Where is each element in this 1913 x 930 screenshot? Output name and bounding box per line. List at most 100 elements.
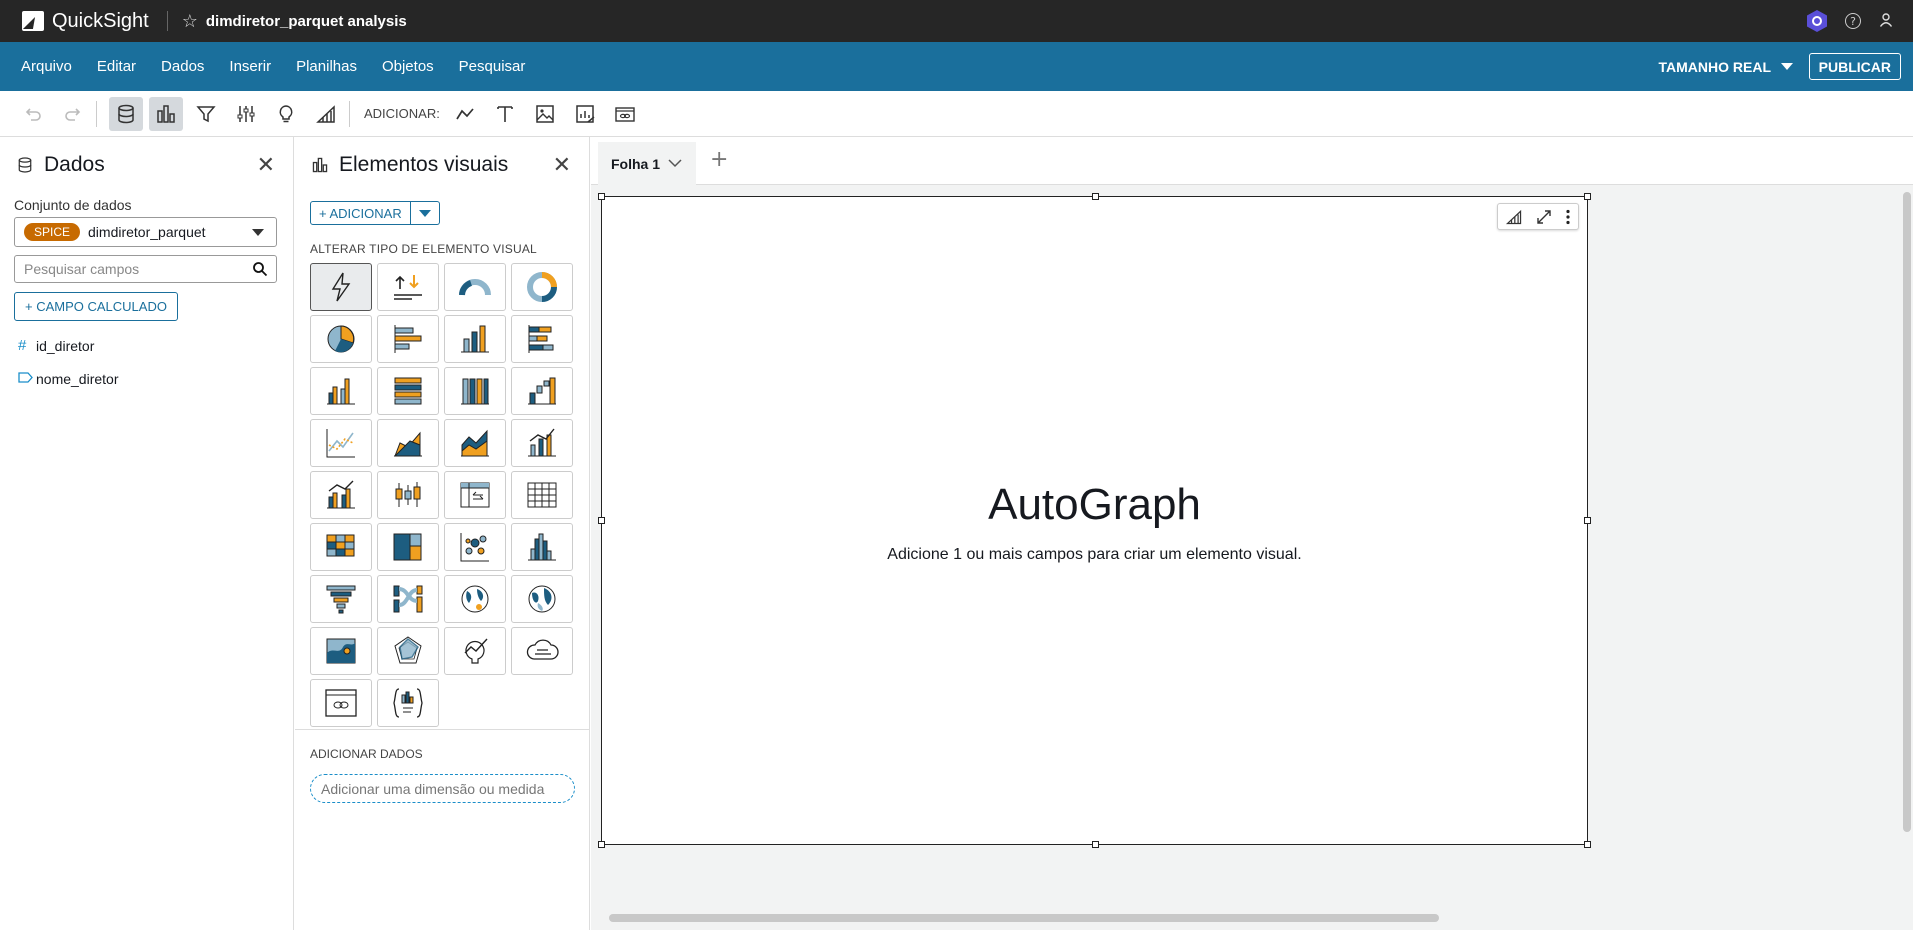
tree-map-icon <box>393 533 422 561</box>
menu-planilhas[interactable]: Planilhas <box>296 58 357 75</box>
field-nome-diretor[interactable]: nome_diretor <box>18 362 293 395</box>
visual-type-word-cloud[interactable] <box>511 627 573 675</box>
visual-type-stacked-area[interactable] <box>444 419 506 467</box>
insights-icon[interactable] <box>269 97 303 131</box>
dataset-select[interactable]: SPICE dimdiretor_parquet <box>14 217 277 247</box>
radar-icon <box>394 636 422 664</box>
add-sheet-icon[interactable]: + <box>710 147 728 172</box>
heat-map-icon <box>326 534 355 557</box>
visual-type-heat-map[interactable] <box>310 523 372 571</box>
visual-type-donut[interactable] <box>511 263 573 311</box>
visual-type-stacked-100-bar[interactable] <box>377 367 439 415</box>
visual-type-histogram[interactable] <box>511 523 573 571</box>
visual-type-pie[interactable] <box>310 315 372 363</box>
visual-type-table[interactable] <box>511 471 573 519</box>
format-visual-icon[interactable] <box>1505 208 1523 226</box>
format-visual-icon[interactable] <box>309 97 343 131</box>
visual-type-clustered-bar[interactable] <box>310 367 372 415</box>
visual-type-autograph[interactable] <box>310 263 372 311</box>
field-id-diretor[interactable]: # id_diretor <box>18 329 293 362</box>
resize-handle[interactable] <box>1092 193 1099 200</box>
dataset-label: Conjunto de dados <box>14 197 132 213</box>
add-insight-icon[interactable] <box>568 97 602 131</box>
visual-type-combo-clustered-line[interactable] <box>310 471 372 519</box>
resize-handle[interactable] <box>598 841 605 848</box>
undo-icon[interactable] <box>16 97 50 131</box>
visual-type-horizontal-bar[interactable] <box>377 315 439 363</box>
visual-type-gauge[interactable] <box>444 263 506 311</box>
add-line-icon[interactable] <box>448 97 482 131</box>
resize-handle[interactable] <box>1584 193 1591 200</box>
visual-type-funnel[interactable] <box>310 575 372 623</box>
vertical-scrollbar[interactable] <box>1903 192 1911 832</box>
add-text-icon[interactable] <box>488 97 522 131</box>
resize-handle[interactable] <box>1584 841 1591 848</box>
visual-type-scatter[interactable] <box>444 523 506 571</box>
caret-down-icon <box>1781 63 1793 70</box>
toolbar: ADICIONAR: <box>0 91 1913 137</box>
app-name: QuickSight <box>52 9 149 32</box>
analysis-title[interactable]: dimdiretor_parquet analysis <box>206 13 407 30</box>
expand-icon[interactable] <box>1536 209 1552 225</box>
visual-type-filled-map[interactable] <box>511 575 573 623</box>
add-embed-icon[interactable] <box>608 97 642 131</box>
visual-type-vertical-bar[interactable] <box>444 315 506 363</box>
parameters-icon[interactable] <box>229 97 263 131</box>
visual-type-insight[interactable] <box>444 627 506 675</box>
visual-type-geospatial-map[interactable] <box>444 575 506 623</box>
visual-type-sankey[interactable] <box>377 575 439 623</box>
visual-type-custom-visual[interactable] <box>377 679 439 727</box>
help-icon[interactable]: ? <box>1845 13 1861 29</box>
close-icon[interactable]: ✕ <box>257 155 275 177</box>
visuals-panel-icon[interactable] <box>149 96 183 131</box>
visual-type-custom-visual-content[interactable] <box>310 679 372 727</box>
chevron-down-icon[interactable] <box>668 159 682 168</box>
more-options-icon[interactable] <box>1565 209 1571 225</box>
menu-pesquisar[interactable]: Pesquisar <box>459 58 526 75</box>
menu-arquivo[interactable]: Arquivo <box>21 58 72 75</box>
visual-type-tree-map[interactable] <box>377 523 439 571</box>
add-visual-button[interactable]: + ADICIONAR <box>310 201 411 225</box>
menu-dados[interactable]: Dados <box>161 58 204 75</box>
sheet-tab-label: Folha 1 <box>611 155 661 172</box>
star-icon[interactable]: ☆ <box>182 11 198 32</box>
menu-inserir[interactable]: Inserir <box>229 58 271 75</box>
visual-type-pivot-table[interactable] <box>444 471 506 519</box>
size-select[interactable]: TAMANHO REAL <box>1658 59 1793 75</box>
add-visual-dropdown[interactable] <box>410 201 440 225</box>
pie-icon <box>327 325 355 353</box>
visual-type-combo-line-bar[interactable] <box>511 419 573 467</box>
visual-type-area[interactable] <box>377 419 439 467</box>
filter-icon[interactable] <box>189 97 223 131</box>
gauge-icon <box>459 279 491 296</box>
line-icon <box>326 429 355 458</box>
horizontal-scrollbar[interactable] <box>609 914 1439 922</box>
publish-button[interactable]: PUBLICAR <box>1808 53 1901 80</box>
visual-type-radar[interactable] <box>377 627 439 675</box>
resize-handle[interactable] <box>1092 841 1099 848</box>
calculated-field-button[interactable]: + CAMPO CALCULADO <box>14 292 178 321</box>
data-panel-icon[interactable] <box>109 96 143 131</box>
search-fields-input[interactable]: Pesquisar campos <box>14 255 277 283</box>
amazon-q-icon[interactable] <box>1807 10 1827 32</box>
visual-type-line[interactable] <box>310 419 372 467</box>
visual-type-points-on-map[interactable] <box>310 627 372 675</box>
visual-type-stacked-horizontal-bar[interactable] <box>511 315 573 363</box>
visual-type-stacked-column[interactable] <box>444 367 506 415</box>
close-icon[interactable]: ✕ <box>553 155 571 177</box>
visuals-panel-title: Elementos visuais <box>339 153 509 176</box>
user-icon[interactable] <box>1879 12 1893 31</box>
menu-editar[interactable]: Editar <box>97 58 136 75</box>
tab-folha-1[interactable]: Folha 1 <box>598 142 697 185</box>
quicksight-logo[interactable]: QuickSight <box>22 10 149 33</box>
add-image-icon[interactable] <box>528 97 562 131</box>
visual-type-kpi[interactable] <box>377 263 439 311</box>
visual-type-waterfall[interactable] <box>511 367 573 415</box>
visual-actions <box>1497 203 1579 230</box>
autograph-visual[interactable]: AutoGraph Adicione 1 ou mais campos para… <box>598 193 1591 848</box>
redo-icon[interactable] <box>56 97 90 131</box>
add-dimension-field[interactable]: Adicionar uma dimensão ou medida <box>310 774 575 803</box>
resize-handle[interactable] <box>598 193 605 200</box>
menu-objetos[interactable]: Objetos <box>382 58 434 75</box>
visual-type-box-plot[interactable] <box>377 471 439 519</box>
